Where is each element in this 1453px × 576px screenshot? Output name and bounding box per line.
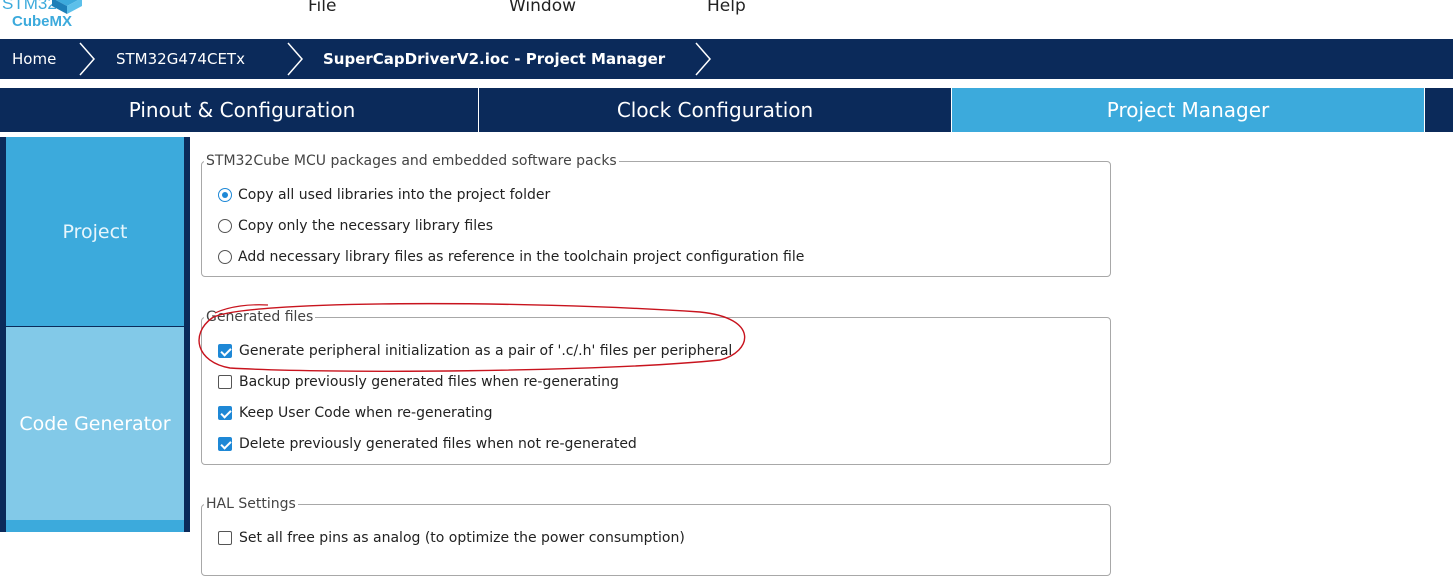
hal-settings-legend: HAL Settings [206, 496, 296, 512]
option-label: Delete previously generated files when n… [239, 436, 637, 452]
left-navigation: Project Code Generator [0, 137, 190, 532]
radio-icon[interactable] [218, 250, 232, 264]
option-keep-user-code[interactable]: Keep User Code when re-generating [218, 405, 493, 421]
breadcrumb-home[interactable]: Home [12, 39, 56, 79]
option-copy-necessary-libraries[interactable]: Copy only the necessary library files [218, 218, 493, 234]
nav-item-advanced[interactable] [6, 520, 184, 532]
chevron-right-icon [287, 42, 303, 76]
checkbox-checked-icon[interactable] [218, 437, 232, 451]
menu-bar: STM32 CubeMX File Window Help [0, 0, 1453, 38]
logo-line1: STM32 [2, 0, 57, 13]
option-label: Add necessary library files as reference… [238, 249, 805, 265]
radio-icon[interactable] [218, 219, 232, 233]
breadcrumb-device[interactable]: STM32G474CETx [116, 39, 245, 79]
cube-icon [52, 0, 82, 14]
option-label: Copy only the necessary library files [238, 218, 494, 234]
checkbox-icon[interactable] [218, 531, 232, 545]
checkbox-icon[interactable] [218, 375, 232, 389]
nav-item-label: Project [62, 220, 128, 243]
checkbox-checked-icon[interactable] [218, 344, 232, 358]
breadcrumb: Home STM32G474CETx SuperCapDriverV2.ioc … [0, 39, 1453, 79]
option-label: Generate peripheral initialization as a … [239, 343, 733, 359]
generated-files-group: Generated files Generate peripheral init… [201, 309, 1111, 465]
option-delete-previous-files[interactable]: Delete previously generated files when n… [218, 436, 637, 452]
logo-line2: CubeMX [12, 13, 72, 30]
option-copy-all-libraries[interactable]: Copy all used libraries into the project… [218, 187, 550, 203]
tab-pinout-configuration[interactable]: Pinout & Configuration [6, 88, 478, 132]
nav-item-project[interactable]: Project [6, 137, 184, 326]
tab-divider [1424, 88, 1425, 132]
hal-settings-group: HAL Settings Set all free pins as analog… [201, 496, 1111, 576]
option-set-free-pins-analog[interactable]: Set all free pins as analog (to optimize… [218, 530, 685, 546]
option-add-library-reference[interactable]: Add necessary library files as reference… [218, 249, 804, 265]
menu-help[interactable]: Help [707, 0, 746, 16]
packages-group: STM32Cube MCU packages and embedded soft… [201, 153, 1111, 277]
radio-selected-icon[interactable] [218, 188, 232, 202]
option-label: Keep User Code when re-generating [239, 405, 493, 421]
project-manager-content: STM32Cube MCU packages and embedded soft… [190, 137, 1453, 576]
option-label: Backup previously generated files when r… [239, 374, 619, 390]
chevron-right-icon [695, 42, 711, 76]
checkbox-checked-icon[interactable] [218, 406, 232, 420]
tab-clock-configuration[interactable]: Clock Configuration [479, 88, 951, 132]
tab-project-manager[interactable]: Project Manager [952, 88, 1424, 132]
nav-item-code-generator[interactable]: Code Generator [6, 327, 184, 520]
menu-file[interactable]: File [308, 0, 336, 16]
option-generate-peripheral-pairs[interactable]: Generate peripheral initialization as a … [218, 343, 732, 359]
stm32cubemx-logo: STM32 CubeMX [0, 0, 90, 38]
breadcrumb-project[interactable]: SuperCapDriverV2.ioc - Project Manager [323, 39, 665, 79]
option-label: Copy all used libraries into the project… [238, 187, 551, 203]
option-label: Set all free pins as analog (to optimize… [239, 530, 685, 546]
chevron-right-icon [79, 42, 95, 76]
option-backup-generated-files[interactable]: Backup previously generated files when r… [218, 374, 619, 390]
main-tabs: Pinout & Configuration Clock Configurati… [0, 88, 1453, 132]
generated-files-legend: Generated files [206, 309, 314, 325]
packages-legend: STM32Cube MCU packages and embedded soft… [206, 153, 617, 169]
nav-item-label: Code Generator [19, 412, 171, 435]
menu-window[interactable]: Window [509, 0, 576, 16]
